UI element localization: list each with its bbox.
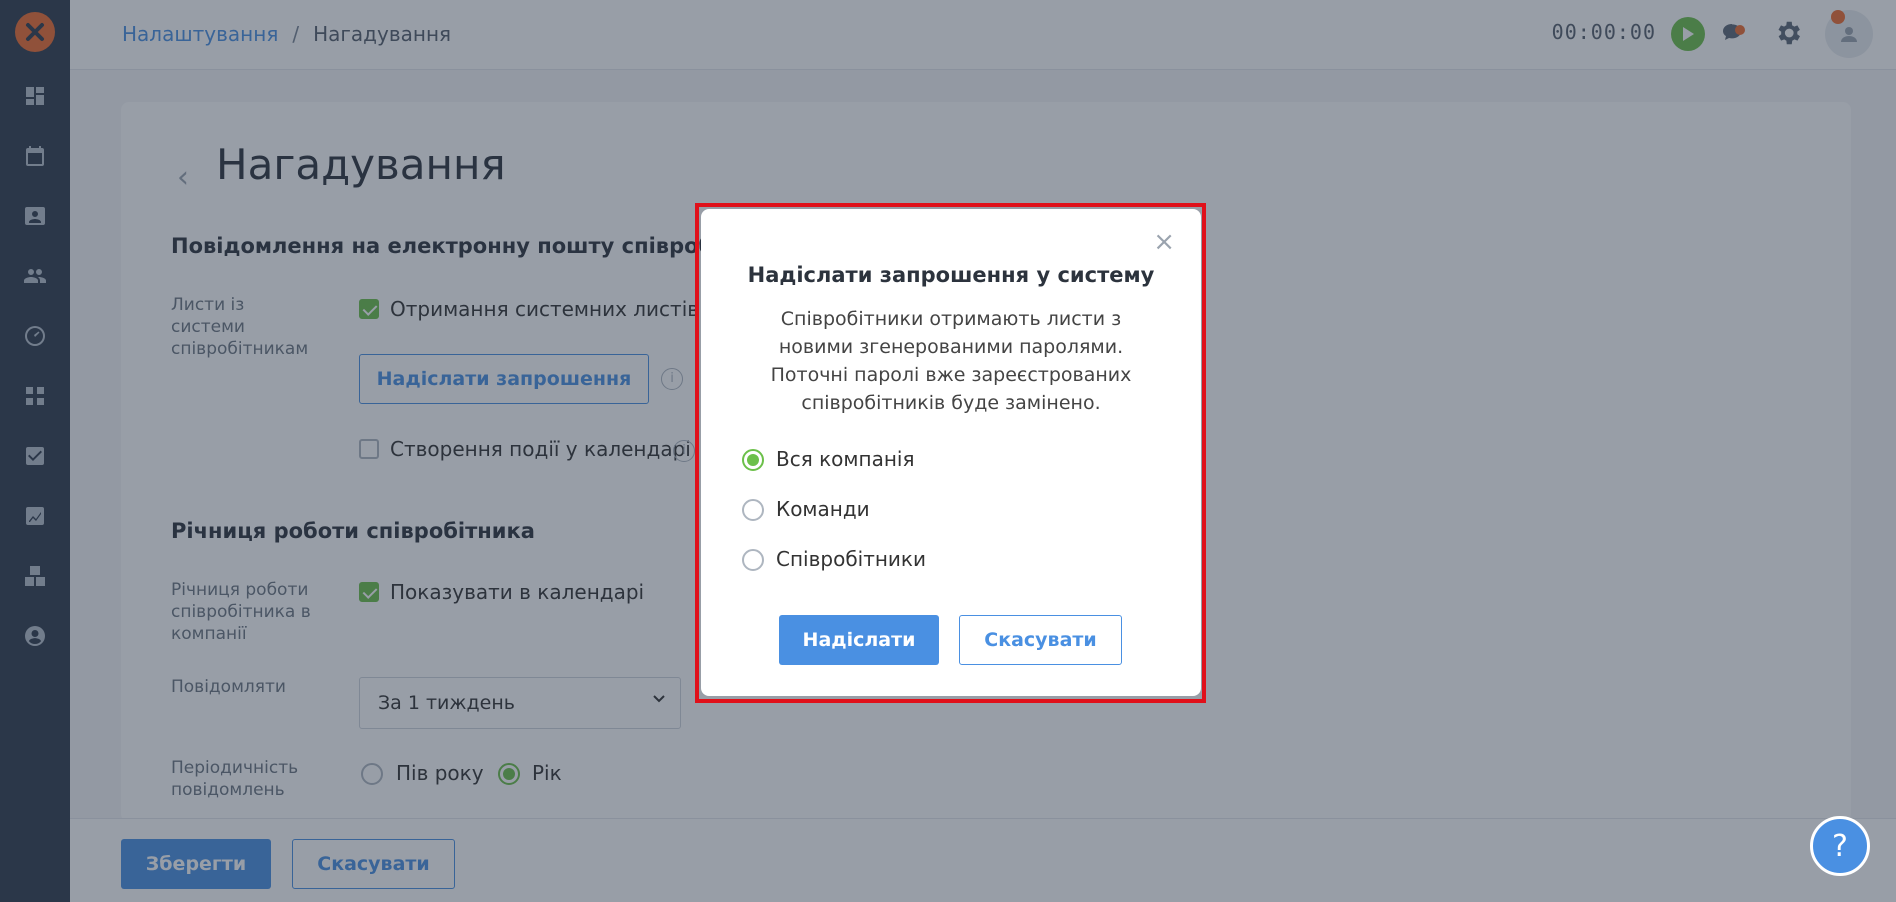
option-employees-label: Співробітники (776, 547, 927, 571)
option-whole-company-label: Вся компанія (776, 447, 915, 471)
help-button[interactable]: ? (1810, 816, 1870, 876)
close-icon[interactable]: × (1153, 229, 1175, 255)
modal-title: Надіслати запрошення у систему (747, 263, 1155, 287)
modal-submit-button[interactable]: Надіслати (779, 615, 939, 665)
option-employees-radio[interactable] (742, 549, 764, 571)
option-teams-radio[interactable] (742, 499, 764, 521)
option-teams-label: Команди (776, 497, 870, 521)
modal-cancel-button[interactable]: Скасувати (959, 615, 1122, 665)
invite-modal: × Надіслати запрошення у систему Співроб… (701, 209, 1201, 696)
option-whole-company-radio[interactable] (742, 449, 764, 471)
modal-description: Співробітники отримають листи з новими з… (770, 308, 1132, 414)
